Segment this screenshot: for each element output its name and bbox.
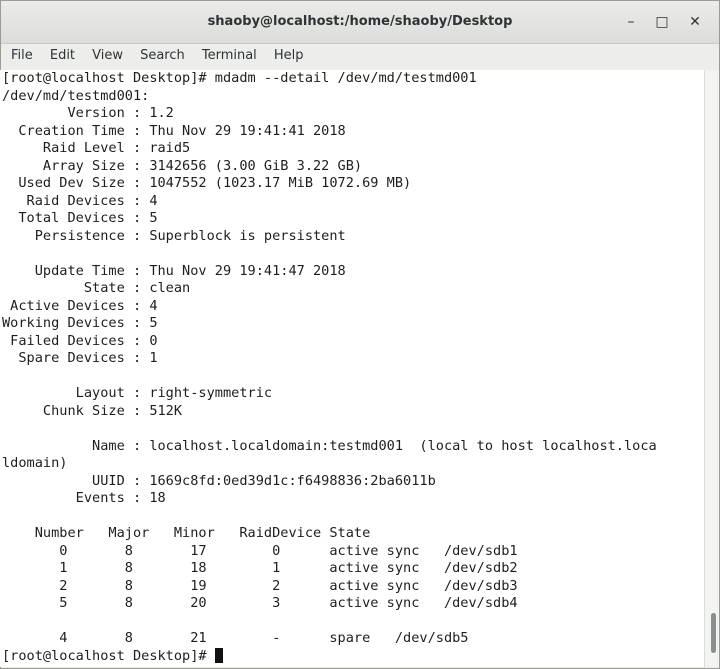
terminal-line: /dev/md/testmd001: [2,87,150,104]
maximize-button[interactable]: □ [652,12,672,32]
terminal-line: Events : 18 [2,490,166,506]
terminal-line: Update Time : Thu Nov 29 19:41:47 2018 [2,262,346,279]
terminal-line: 5 8 20 3 active sync /dev/sdb4 [2,595,518,611]
menu-terminal[interactable]: Terminal [196,44,263,63]
close-button[interactable]: ✕ [685,12,705,32]
terminal-line: Raid Level : raid5 [2,140,191,156]
minimize-button[interactable]: – [621,12,641,32]
terminal-scrollbar[interactable] [704,70,719,667]
menu-help[interactable]: Help [268,44,310,63]
prompt-line[interactable]: [root@localhost Desktop]# [0,647,704,666]
text-cursor [214,647,223,663]
terminal-line: Layout : right-symmetric [2,385,273,401]
terminal-line: [root@localhost Desktop]# mdadm --detail… [2,70,477,86]
terminal-line: ldomain) [2,455,68,471]
terminal-line: UUID : 1669c8fd:0ed39d1c:f6498836:2ba601… [2,472,436,489]
terminal-line: Active Devices : 4 [2,297,158,314]
prompt-text: [root@localhost Desktop]# [2,647,215,664]
terminal-line: 0 8 17 0 active sync /dev/sdb1 [2,542,518,559]
terminal-line: Spare Devices : 1 [2,350,158,366]
scrollbar-thumb[interactable] [711,613,716,653]
terminal-line: Failed Devices : 0 [2,332,158,349]
terminal-line: Used Dev Size : 1047552 (1023.17 MiB 107… [2,175,412,191]
terminal-line: Version : 1.2 [2,105,174,121]
terminal-line: 1 8 18 1 active sync /dev/sdb2 [2,560,518,576]
terminal-line: Working Devices : 5 [2,315,158,331]
terminal-line: State : clean [2,280,191,296]
menu-bar: File Edit View Search Terminal Help [1,44,719,71]
terminal-line: Chunk Size : 512K [2,402,183,419]
terminal-line: Array Size : 3142656 (3.00 GiB 3.22 GB) [2,157,363,174]
terminal-line: Raid Devices : 4 [2,192,158,209]
menu-file[interactable]: File [5,44,39,63]
terminal-line: Persistence : Superblock is persistent [2,227,346,244]
terminal-line: Creation Time : Thu Nov 29 19:41:41 2018 [2,122,346,139]
terminal-output[interactable]: [root@localhost Desktop]# mdadm --detail… [0,70,704,667]
terminal-line: 2 8 19 2 active sync /dev/sdb3 [2,577,518,594]
terminal-line: Number Major Minor RaidDevice State [2,525,371,541]
menu-view[interactable]: View [86,44,129,63]
terminal-text: [root@localhost Desktop]# mdadm --detail… [0,70,704,648]
title-bar[interactable]: shaoby@localhost:/home/shaoby/Desktop – … [1,1,719,44]
terminal-line: 4 8 21 - spare /dev/sdb5 [2,630,469,646]
terminal-line: Total Devices : 5 [2,210,158,226]
menu-search[interactable]: Search [134,44,191,63]
terminal-line: Name : localhost.localdomain:testmd001 (… [2,437,657,454]
window-title: shaoby@localhost:/home/shaoby/Desktop [207,14,513,29]
menu-edit[interactable]: Edit [44,44,81,63]
